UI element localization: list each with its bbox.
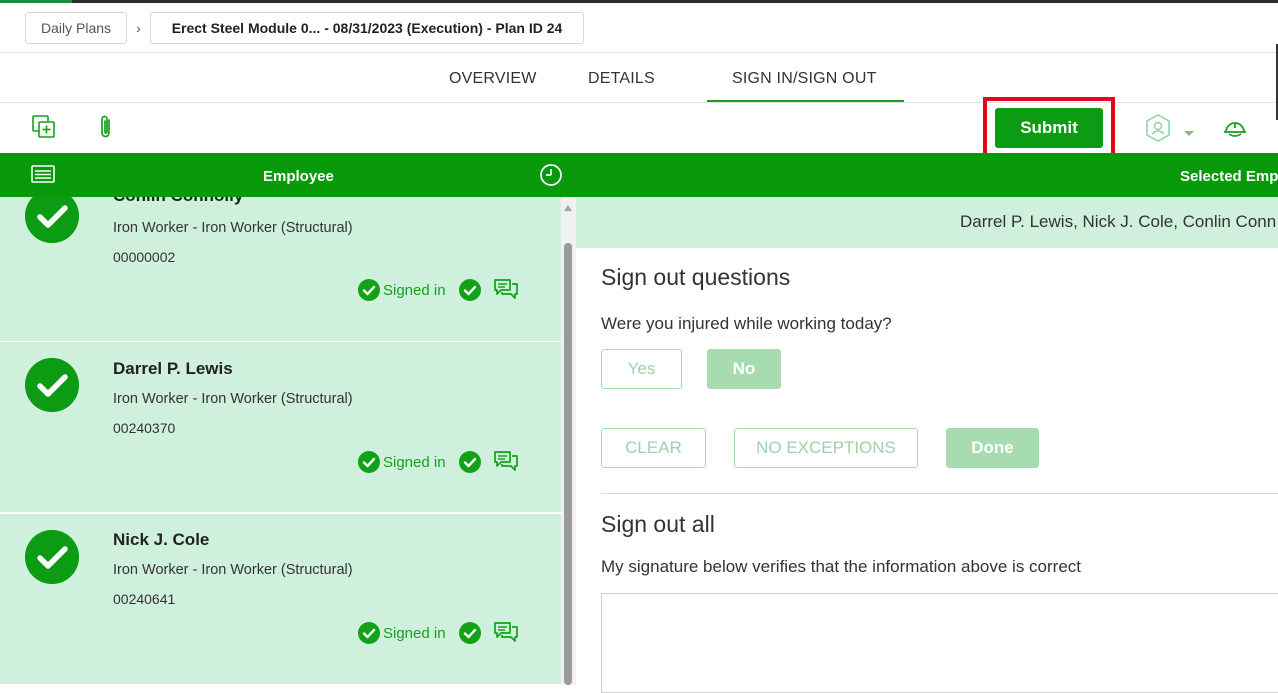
- employee-header-bar: Employee Selected Empl: [0, 153, 1278, 197]
- employee-column-label: Employee: [263, 168, 334, 185]
- top-border: [0, 0, 1278, 3]
- scroll-up-arrow-icon[interactable]: [564, 205, 572, 211]
- scrollbar-thumb[interactable]: [564, 243, 572, 685]
- employee-status: Signed in: [358, 621, 519, 645]
- signed-in-small-icon: [358, 622, 380, 644]
- clock-icon[interactable]: [539, 163, 563, 187]
- employee-status: Signed in: [358, 450, 519, 474]
- tab-details[interactable]: DETAILS: [588, 70, 655, 88]
- employee-card[interactable]: Nick J. Cole Iron Worker - Iron Worker (…: [0, 514, 561, 684]
- clear-button[interactable]: CLEAR: [601, 428, 706, 468]
- signed-in-check-icon: [25, 197, 79, 243]
- signed-in-check-icon: [25, 530, 79, 584]
- selected-employees-label: Selected Empl: [1180, 168, 1278, 185]
- employee-card[interactable]: Conlin Connolly Iron Worker - Iron Worke…: [0, 197, 561, 341]
- employee-name: Nick J. Cole: [113, 530, 210, 549]
- employee-number: 00000002: [113, 249, 176, 265]
- paperclip-icon[interactable]: [98, 114, 114, 140]
- hardhat-icon[interactable]: [1223, 117, 1247, 139]
- yes-button[interactable]: Yes: [601, 349, 682, 389]
- confirm-check-icon[interactable]: [458, 451, 481, 473]
- comments-icon[interactable]: [493, 278, 519, 302]
- breadcrumb: Daily Plans › Erect Steel Module 0... - …: [25, 12, 584, 44]
- employee-role: Iron Worker - Iron Worker (Structural): [113, 391, 353, 407]
- signature-statement: My signature below verifies that the inf…: [601, 557, 1082, 576]
- employee-number: 00240370: [113, 420, 176, 436]
- sign-out-all-title: Sign out all: [601, 511, 715, 537]
- no-button[interactable]: No: [707, 349, 781, 389]
- signed-in-small-icon: [358, 451, 380, 473]
- submit-highlight-box: [983, 97, 1115, 157]
- employee-name: Conlin Connolly: [113, 197, 243, 206]
- signed-in-check-icon: [25, 358, 79, 412]
- breadcrumb-daily-plans[interactable]: Daily Plans: [25, 12, 127, 44]
- comments-icon[interactable]: [493, 450, 519, 474]
- employee-role: Iron Worker - Iron Worker (Structural): [113, 220, 353, 236]
- section-divider: [601, 493, 1278, 494]
- header-divider: [0, 52, 1278, 53]
- signed-in-label: Signed in: [383, 624, 446, 642]
- tab-sign-in-sign-out[interactable]: SIGN IN/SIGN OUT: [732, 70, 877, 88]
- employee-list: Conlin Connolly Iron Worker - Iron Worke…: [0, 197, 561, 685]
- sign-out-questions-title: Sign out questions: [601, 264, 791, 290]
- employee-card[interactable]: Darrel P. Lewis Iron Worker - Iron Worke…: [0, 342, 561, 512]
- comments-icon[interactable]: [493, 621, 519, 645]
- top-accent: [0, 0, 72, 3]
- breadcrumb-current-plan: Erect Steel Module 0... - 08/31/2023 (Ex…: [150, 12, 584, 44]
- tab-overview[interactable]: OVERVIEW: [449, 70, 537, 88]
- employee-role: Iron Worker - Iron Worker (Structural): [113, 562, 353, 578]
- signature-pad[interactable]: [601, 593, 1278, 693]
- employee-name: Darrel P. Lewis: [113, 359, 233, 378]
- signed-in-label: Signed in: [383, 453, 446, 471]
- no-exceptions-button[interactable]: NO EXCEPTIONS: [734, 428, 918, 468]
- confirm-check-icon[interactable]: [458, 279, 481, 301]
- crew-badge-icon[interactable]: [1145, 114, 1171, 142]
- copy-add-icon[interactable]: [32, 115, 56, 139]
- confirm-check-icon[interactable]: [458, 622, 481, 644]
- list-card-icon[interactable]: [31, 165, 55, 183]
- selected-employees-names: Darrel P. Lewis, Nick J. Cole, Conlin Co…: [960, 212, 1277, 231]
- selected-employees-strip: Darrel P. Lewis, Nick J. Cole, Conlin Co…: [576, 197, 1278, 248]
- employee-number: 00240641: [113, 591, 176, 607]
- injury-question: Were you injured while working today?: [601, 314, 892, 333]
- breadcrumb-separator: ›: [136, 20, 141, 36]
- crew-dropdown-caret-icon[interactable]: [1184, 131, 1194, 136]
- signed-in-small-icon: [358, 279, 380, 301]
- employee-status: Signed in: [358, 278, 519, 302]
- done-button[interactable]: Done: [946, 428, 1039, 468]
- signed-in-label: Signed in: [383, 281, 446, 299]
